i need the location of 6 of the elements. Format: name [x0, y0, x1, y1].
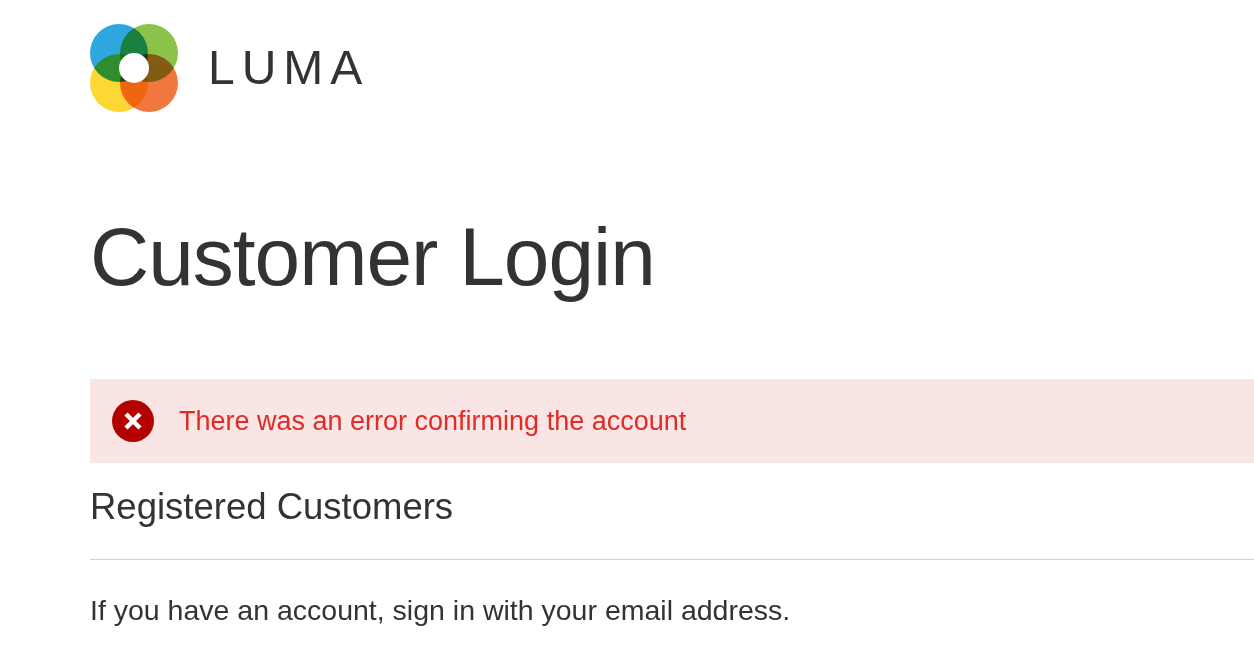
error-icon: [112, 400, 154, 442]
login-note: If you have an account, sign in with your email address.: [90, 592, 792, 627]
logo-icon[interactable]: [90, 24, 178, 112]
section-title: Registered Customers: [90, 485, 1254, 560]
message-text: There was an error confirming the account: [179, 404, 687, 438]
logo-wordmark[interactable]: LUMA: [208, 44, 370, 92]
